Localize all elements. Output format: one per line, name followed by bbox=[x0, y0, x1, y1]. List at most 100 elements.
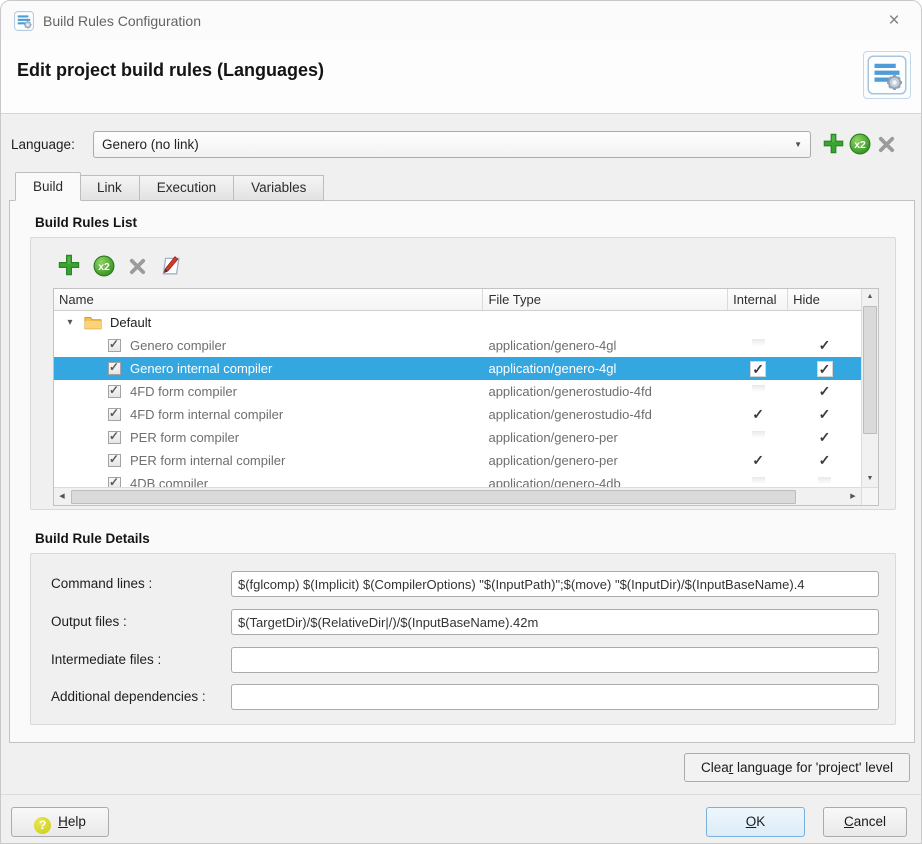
column-header-hide[interactable]: Hide bbox=[788, 289, 861, 310]
build-rules-table: Name File Type Internal Hide ▾ Default ✓ Ge… bbox=[53, 288, 879, 506]
delete-language-button[interactable] bbox=[877, 135, 896, 154]
language-selected-value: Genero (no link) bbox=[102, 132, 199, 157]
vertical-scrollbar[interactable]: ▲ ▼ bbox=[861, 289, 878, 487]
table-row[interactable]: ✓ 4FD form compiler application/generostud… bbox=[54, 380, 861, 403]
rule-file-type: application/genero-4db bbox=[483, 472, 728, 487]
command-lines-input[interactable] bbox=[231, 571, 879, 597]
tab-variables[interactable]: Variables bbox=[234, 175, 324, 201]
horizontal-scrollbar[interactable]: ◀ ▶ bbox=[54, 487, 861, 505]
rule-enabled-checkbox[interactable]: ✓ bbox=[108, 454, 121, 467]
table-row[interactable]: ▾ Default bbox=[54, 311, 861, 334]
hide-cell[interactable]: ✓ bbox=[788, 449, 861, 472]
tab-build[interactable]: Build bbox=[15, 172, 81, 201]
hide-cell[interactable]: ✓ bbox=[788, 357, 861, 380]
check-icon: ✓ bbox=[752, 452, 764, 469]
internal-cell[interactable] bbox=[728, 380, 788, 403]
help-button[interactable]: ?Help bbox=[11, 807, 109, 837]
svg-text:x2: x2 bbox=[98, 262, 110, 273]
delete-x-icon bbox=[128, 257, 147, 276]
ok-button[interactable]: OK bbox=[706, 807, 805, 837]
column-header-file-type[interactable]: File Type bbox=[483, 289, 728, 310]
clear-language-button[interactable]: Clear language for 'project' level bbox=[684, 753, 910, 782]
internal-cell[interactable]: ✓ bbox=[728, 357, 788, 380]
hide-cell[interactable]: ✓ bbox=[788, 403, 861, 426]
bottom-divider bbox=[1, 794, 921, 795]
folder-icon bbox=[84, 315, 102, 330]
hide-cell[interactable] bbox=[788, 472, 861, 487]
table-row[interactable]: ✓Genero compilerapplication/genero-4gl✓ bbox=[54, 334, 861, 357]
additional-dependencies-input[interactable] bbox=[231, 684, 879, 710]
hide-cell[interactable] bbox=[788, 311, 861, 334]
scroll-right-icon[interactable]: ▶ bbox=[845, 489, 861, 505]
rule-enabled-checkbox[interactable]: ✓ bbox=[108, 408, 121, 421]
add-rule-button[interactable] bbox=[57, 253, 81, 282]
edit-rule-button[interactable] bbox=[159, 254, 181, 281]
tab-bar: Build Link Execution Variables bbox=[15, 172, 324, 201]
rule-enabled-checkbox[interactable]: ✓ bbox=[108, 385, 121, 398]
scroll-up-icon[interactable]: ▲ bbox=[862, 289, 878, 305]
add-language-button[interactable] bbox=[822, 132, 845, 155]
internal-cell[interactable] bbox=[728, 472, 788, 487]
column-header-internal[interactable]: Internal bbox=[728, 289, 788, 310]
rule-name: Genero internal compiler bbox=[130, 361, 272, 376]
tab-execution[interactable]: Execution bbox=[140, 175, 234, 201]
chevron-down-icon: ▼ bbox=[794, 132, 802, 157]
unchecked-placeholder bbox=[752, 431, 765, 444]
rule-file-type: application/generostudio-4fd bbox=[483, 403, 728, 426]
duplicate-rule-button[interactable]: x2 bbox=[93, 255, 115, 282]
table-header: Name File Type Internal Hide bbox=[54, 289, 861, 311]
table-row[interactable]: ✓PER form compilerapplication/genero-per… bbox=[54, 426, 861, 449]
internal-cell[interactable] bbox=[728, 334, 788, 357]
rule-enabled-checkbox[interactable]: ✓ bbox=[108, 362, 121, 375]
hide-cell[interactable]: ✓ bbox=[788, 380, 861, 403]
build-rules-list-group: x2 Name File Type Inte bbox=[30, 237, 896, 510]
output-files-label: Output files : bbox=[51, 609, 127, 635]
expander-icon[interactable]: ▾ bbox=[64, 317, 76, 328]
rule-file-type: application/generostudio-4fd bbox=[483, 380, 728, 403]
table-row[interactable]: ✓ Genero internal compiler application/gen… bbox=[54, 357, 861, 380]
rule-name: 4FD form compiler bbox=[130, 384, 237, 399]
page-title: Edit project build rules (Languages) bbox=[17, 60, 324, 81]
unchecked-placeholder bbox=[818, 477, 831, 487]
rule-enabled-checkbox[interactable]: ✓ bbox=[108, 477, 121, 487]
vertical-scrollbar-thumb[interactable] bbox=[863, 306, 877, 434]
table-row[interactable]: ✓PER form internal compilerapplication/g… bbox=[54, 449, 861, 472]
title-bar: Build Rules Configuration × bbox=[1, 1, 921, 41]
scroll-down-icon[interactable]: ▼ bbox=[862, 471, 878, 487]
delete-rule-button[interactable] bbox=[128, 257, 147, 281]
rule-enabled-checkbox[interactable]: ✓ bbox=[108, 339, 121, 352]
internal-cell[interactable]: ✓ bbox=[728, 403, 788, 426]
rule-file-type: application/genero-4gl bbox=[483, 357, 728, 380]
internal-cell[interactable] bbox=[728, 426, 788, 449]
duplicate-x2-icon: x2 bbox=[849, 133, 871, 155]
language-select[interactable]: Genero (no link) ▼ bbox=[93, 131, 811, 158]
duplicate-x2-icon: x2 bbox=[93, 255, 115, 277]
close-icon[interactable]: × bbox=[879, 7, 909, 35]
rule-file-type: application/genero-4gl bbox=[483, 334, 728, 357]
unchecked-placeholder bbox=[752, 385, 765, 398]
intermediate-files-input[interactable] bbox=[231, 647, 879, 673]
internal-cell[interactable] bbox=[728, 311, 788, 334]
check-icon: ✓ bbox=[819, 337, 831, 354]
table-row[interactable]: ✓4DB compilerapplication/genero-4db bbox=[54, 472, 861, 487]
rule-enabled-checkbox[interactable]: ✓ bbox=[108, 431, 121, 444]
horizontal-scrollbar-thumb[interactable] bbox=[71, 490, 796, 504]
tab-link[interactable]: Link bbox=[80, 175, 140, 201]
cancel-button[interactable]: Cancel bbox=[823, 807, 907, 837]
rule-file-type: application/genero-per bbox=[483, 449, 728, 472]
duplicate-language-button[interactable]: x2 bbox=[849, 133, 871, 155]
column-header-name[interactable]: Name bbox=[54, 289, 483, 310]
rule-name: PER form compiler bbox=[130, 430, 239, 445]
output-files-input[interactable] bbox=[231, 609, 879, 635]
plus-icon bbox=[57, 253, 81, 277]
internal-cell[interactable]: ✓ bbox=[728, 449, 788, 472]
build-rules-list-title: Build Rules List bbox=[35, 215, 137, 230]
hide-cell[interactable]: ✓ bbox=[788, 334, 861, 357]
table-row[interactable]: ✓4FD form internal compilerapplication/g… bbox=[54, 403, 861, 426]
additional-dependencies-label: Additional dependencies : bbox=[51, 684, 206, 710]
check-icon: ✓ bbox=[819, 429, 831, 446]
check-icon: ✓ bbox=[819, 383, 831, 400]
scroll-left-icon[interactable]: ◀ bbox=[54, 489, 70, 505]
folder-name: Default bbox=[110, 315, 151, 330]
hide-cell[interactable]: ✓ bbox=[788, 426, 861, 449]
